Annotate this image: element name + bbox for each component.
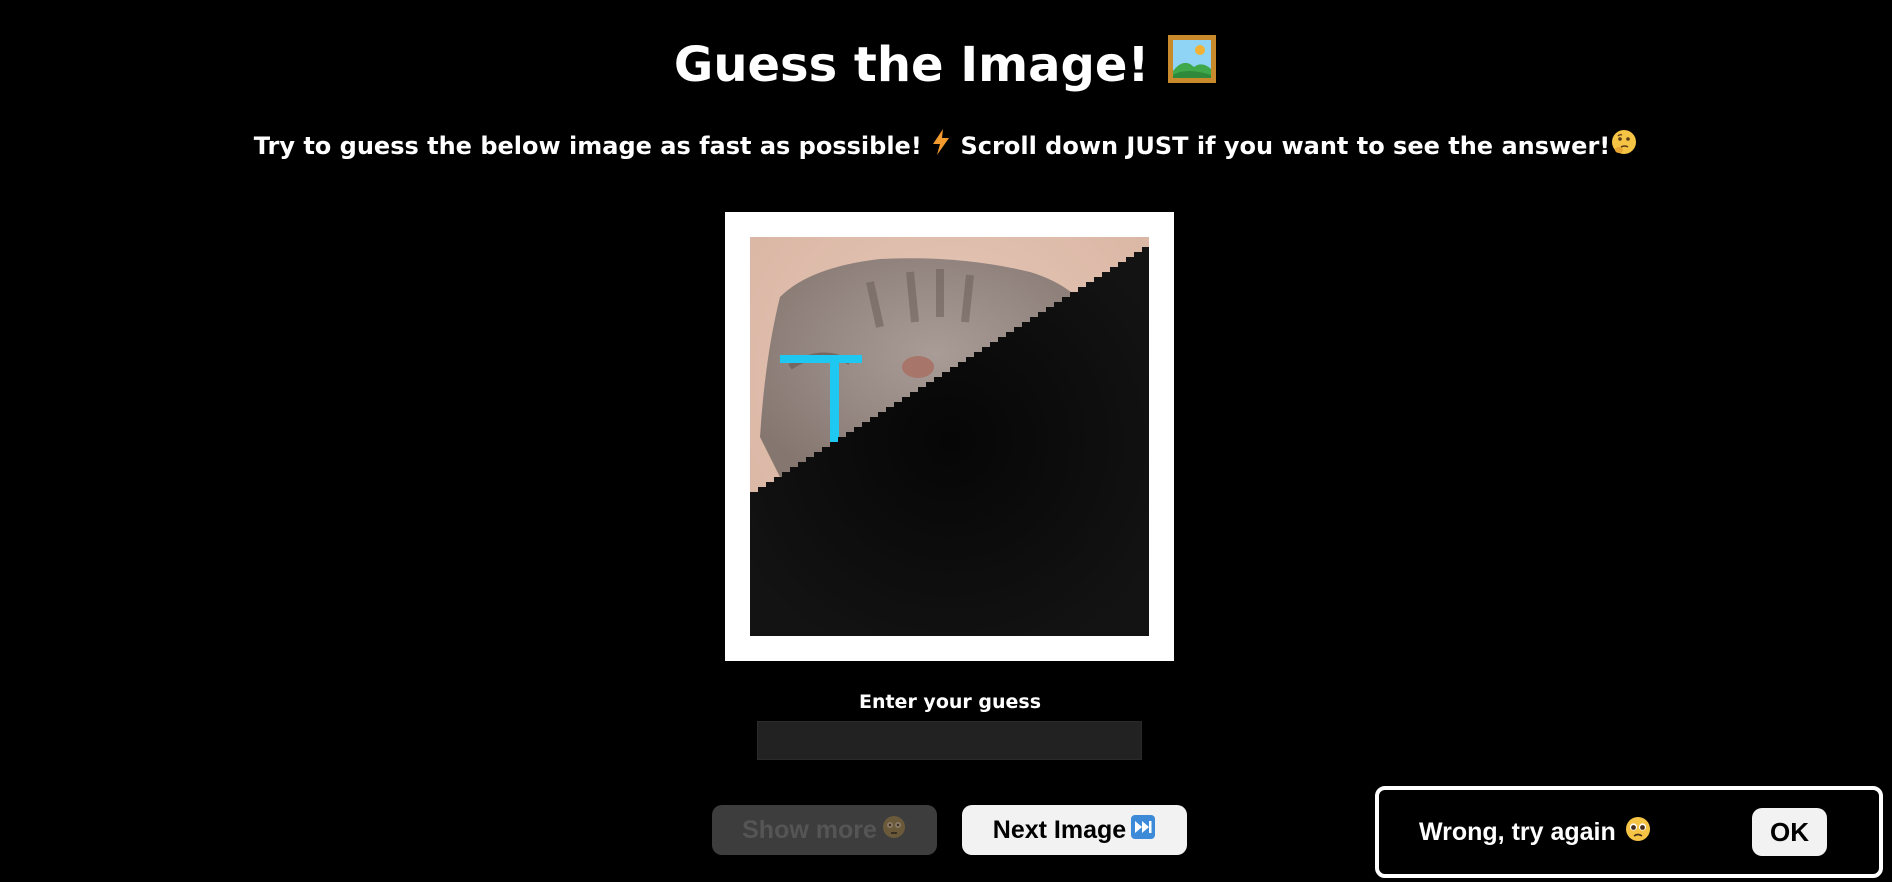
next-image-button[interactable]: Next Image	[962, 805, 1187, 855]
show-more-button[interactable]: Show more	[712, 805, 937, 855]
image-frame	[725, 212, 1174, 661]
guess-input[interactable]	[757, 721, 1142, 760]
toast-ok-button[interactable]: OK	[1752, 808, 1827, 856]
show-more-label: Show more	[742, 815, 877, 844]
flushed-face-icon	[881, 814, 907, 847]
toast-message: Wrong, try again	[1419, 790, 1652, 874]
instructions: Try to guess the below image as fast as …	[0, 128, 1892, 166]
toast-message-text: Wrong, try again	[1419, 817, 1616, 846]
next-image-label: Next Image	[992, 815, 1127, 844]
feedback-toast: Wrong, try again OK	[1375, 786, 1883, 878]
thinking-face-icon	[1610, 128, 1638, 166]
page-title-text: Guess the Image!	[673, 37, 1150, 93]
framed-picture-icon	[1166, 33, 1218, 104]
mystery-image	[750, 237, 1149, 636]
guess-label: Enter your guess	[858, 691, 1042, 713]
page-title: Guess the Image!	[0, 30, 1892, 104]
pleading-face-icon	[1624, 815, 1652, 850]
page: Guess the Image! Try to guess the below …	[0, 0, 1892, 882]
instructions-text-1: Try to guess the below image as fast as …	[253, 132, 922, 160]
instructions-text-2: Scroll down JUST if you want to see the …	[960, 132, 1611, 160]
lightning-icon	[930, 128, 952, 166]
fast-forward-icon	[1130, 814, 1156, 847]
